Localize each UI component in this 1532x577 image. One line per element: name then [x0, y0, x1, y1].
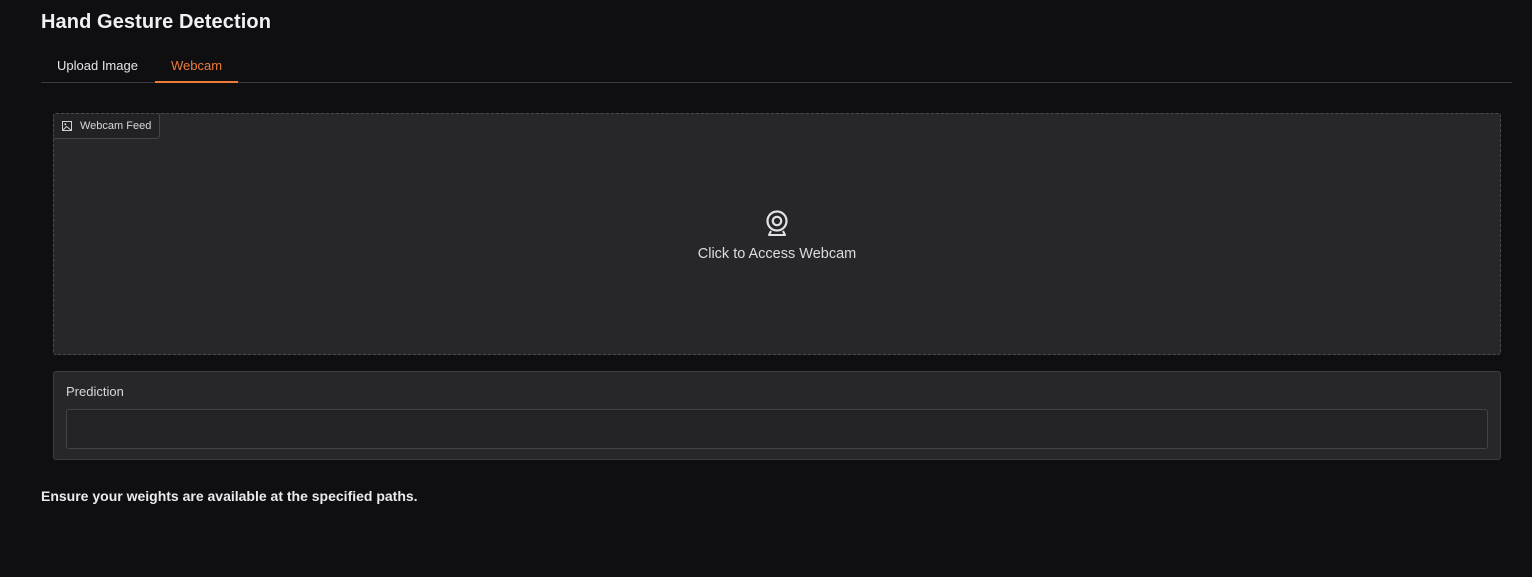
tab-webcam[interactable]: Webcam — [155, 52, 238, 83]
access-webcam-button[interactable]: Click to Access Webcam — [54, 210, 1500, 262]
page-title: Hand Gesture Detection — [41, 11, 272, 33]
prediction-panel: Prediction — [53, 371, 1501, 460]
page: Hand Gesture Detection Upload Image Webc… — [0, 0, 1532, 577]
prediction-label: Prediction — [66, 384, 124, 399]
webcam-feed-panel[interactable]: Webcam Feed Click to Access Webcam — [53, 113, 1501, 355]
tab-bar: Upload Image Webcam — [41, 52, 1512, 83]
webcam-icon — [766, 210, 788, 236]
access-webcam-label: Click to Access Webcam — [697, 246, 857, 262]
webcam-feed-label-text: Webcam Feed — [80, 120, 152, 132]
webcam-feed-label: Webcam Feed — [54, 114, 161, 139]
prediction-output[interactable] — [66, 409, 1488, 449]
tab-upload-image[interactable]: Upload Image — [41, 52, 154, 82]
image-icon — [62, 121, 72, 131]
footer-note: Ensure your weights are available at the… — [41, 488, 418, 504]
